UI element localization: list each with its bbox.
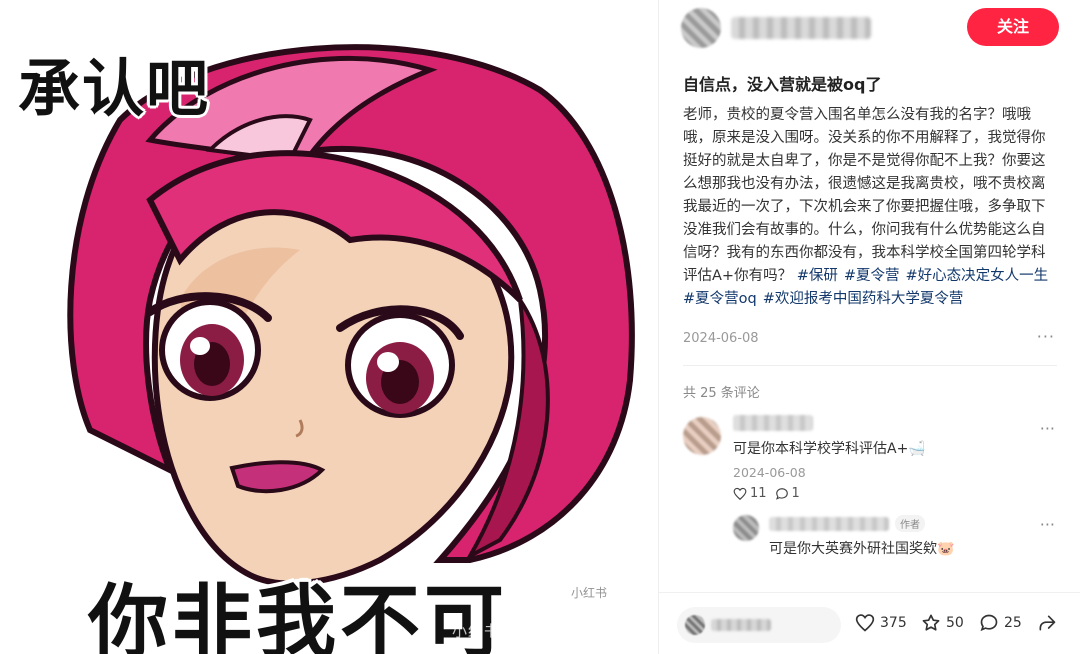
post-image[interactable]: 承认吧 你非我不可 小红书 小红书号：124244101	[0, 0, 658, 654]
post-tag-link[interactable]: #夏令营oq	[683, 291, 757, 307]
comment-reply-button[interactable]: 1	[775, 486, 800, 501]
reply-header: 作者	[769, 515, 1057, 532]
commenter-avatar[interactable]	[683, 417, 721, 455]
comment-actions: 11 1	[733, 486, 1057, 501]
comment-date: 2024-06-08	[733, 465, 806, 480]
share-icon	[1039, 615, 1056, 631]
reply-more-icon[interactable]: ···	[1040, 515, 1055, 534]
comment-button[interactable]: 25	[979, 613, 1022, 633]
share-button[interactable]	[1037, 613, 1057, 633]
author-name-blurred[interactable]	[731, 17, 871, 39]
replier-avatar[interactable]	[733, 515, 759, 541]
star-icon	[922, 614, 940, 631]
bottom-action-bar: 375 50 25	[659, 592, 1080, 654]
comment-text: 可是你本科学校学科评估A+🛁	[733, 441, 926, 457]
post-tag-link[interactable]: #欢迎报考中国药科大学夏令营	[763, 291, 964, 307]
post-tag-link[interactable]: #夏令营	[844, 268, 900, 284]
commenter-name-blurred[interactable]	[733, 415, 813, 431]
author-tag-badge: 作者	[895, 515, 925, 532]
post-title: 自信点，没入营就是被oq了	[683, 75, 882, 94]
post-detail-panel: 关注 自信点，没入营就是被oq了 老师，贵校的夏令营入围名单怎么没有我的名字？哦…	[658, 0, 1080, 654]
current-user-avatar	[685, 615, 705, 635]
watermark-badge: 小红书	[556, 580, 622, 606]
divider	[683, 365, 1057, 366]
post-body: 老师，贵校的夏令营入围名单怎么没有我的名字？哦哦哦，原来是没入围呀。没关系的你不…	[683, 104, 1057, 311]
post-body-text: 老师，贵校的夏令营入围名单怎么没有我的名字？哦哦哦，原来是没入围呀。没关系的你不…	[683, 107, 1046, 284]
comment-item: 可是你本科学校学科评估A+🛁 2024-06-08 11 1 ···	[683, 415, 1057, 501]
favorite-button[interactable]: 50	[921, 613, 964, 633]
author-bar: 关注	[659, 0, 1080, 58]
heart-icon	[855, 614, 875, 632]
meme-caption-top: 承认吧	[18, 52, 211, 125]
post-tag-link[interactable]: #保研	[797, 268, 838, 284]
replier-name-blurred[interactable]	[769, 516, 889, 531]
comment-reply-count: 1	[791, 486, 800, 501]
heart-icon	[733, 487, 747, 500]
reply-item: 作者 可是你大英赛外研社国奖欸🐷 ···	[733, 515, 1057, 558]
reply-text: 可是你大英赛外研社国奖欸🐷	[769, 541, 955, 557]
chat-bubble-icon	[980, 614, 998, 632]
comment-like-count: 11	[750, 486, 767, 501]
comment-more-icon[interactable]: ···	[1040, 419, 1055, 438]
comment-count-bar: 25	[1004, 615, 1022, 631]
comment-input-placeholder-blurred	[711, 619, 771, 631]
meme-caption-bottom: 你非我不可	[88, 576, 508, 654]
comment-input[interactable]	[677, 607, 841, 643]
post-meta: 2024-06-08 ···	[683, 327, 1057, 347]
comment-count: 共 25 条评论	[683, 386, 760, 401]
comment-like-button[interactable]: 11	[733, 486, 767, 501]
post-tag-link[interactable]: #好心态决定女人一生	[906, 268, 1049, 284]
watermark-text: 小红书号：124244101	[452, 622, 627, 640]
chat-bubble-icon	[775, 487, 788, 500]
favorite-count: 50	[946, 615, 964, 631]
author-avatar[interactable]	[681, 8, 721, 48]
like-count: 375	[880, 615, 907, 631]
more-options-icon[interactable]: ···	[1037, 327, 1055, 346]
post-date: 2024-06-08	[683, 331, 759, 346]
follow-button[interactable]: 关注	[967, 8, 1059, 46]
post-scroll-area[interactable]: 自信点，没入营就是被oq了 老师，贵校的夏令营入围名单怎么没有我的名字？哦哦哦，…	[659, 58, 1080, 592]
like-button[interactable]: 375	[855, 613, 907, 633]
